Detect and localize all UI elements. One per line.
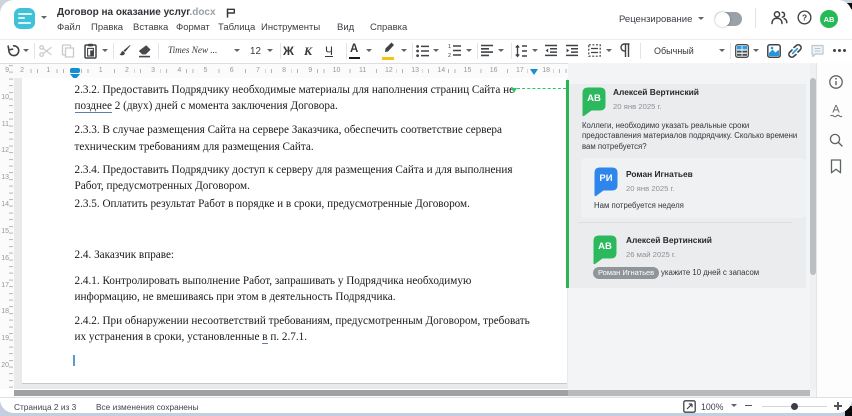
svg-text:?: ? — [802, 13, 807, 23]
svg-text:А: А — [832, 104, 840, 116]
svg-text:1: 1 — [448, 44, 451, 50]
svg-text:2: 2 — [448, 53, 451, 58]
